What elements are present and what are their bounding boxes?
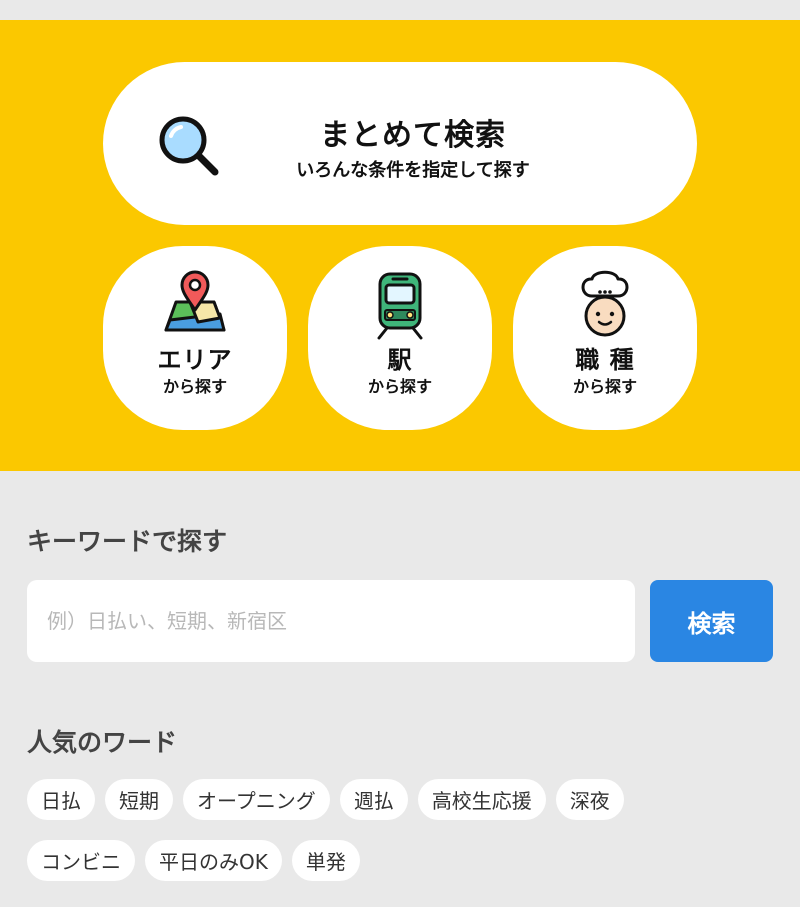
hero-panel: まとめて検索 いろんな条件を指定して探す エリア から探す 駅 から探す 職 種… — [0, 20, 800, 471]
station-search-button[interactable]: 駅 から探す — [308, 246, 492, 430]
tag-weekdays-only[interactable]: 平日のみOK — [145, 840, 282, 881]
tag-row-1: 日払 短期 オープニング 週払 高校生応援 深夜 — [27, 779, 787, 820]
keyword-section-title: キーワードで探す — [27, 527, 228, 556]
station-label: 駅 — [387, 346, 413, 374]
tag-short-term[interactable]: 短期 — [105, 779, 173, 820]
top-strip — [0, 0, 800, 20]
job-type-search-button[interactable]: 職 種 から探す — [513, 246, 697, 430]
tag-opening[interactable]: オープニング — [183, 779, 330, 820]
area-search-button[interactable]: エリア から探す — [103, 246, 287, 430]
tag-weekly-pay[interactable]: 週払 — [339, 779, 408, 820]
tag-convenience-store[interactable]: コンビニ — [27, 840, 135, 881]
area-sublabel: から探す — [162, 377, 227, 396]
bulk-search-subtitle: いろんな条件を指定して探す — [296, 160, 530, 181]
popular-words-title: 人気のワード — [27, 728, 178, 757]
train-icon — [377, 272, 423, 340]
keyword-input[interactable] — [27, 580, 635, 662]
map-pin-icon — [164, 270, 226, 332]
tag-high-school[interactable]: 高校生応援 — [417, 779, 546, 820]
tag-row-2: コンビニ 平日のみOK 単発 — [27, 840, 787, 881]
job-type-sublabel: から探す — [572, 377, 637, 396]
popular-word-tags: 日払 短期 オープニング 週払 高校生応援 深夜 コンビニ 平日のみOK 単発 — [27, 779, 787, 901]
chef-icon — [581, 270, 629, 337]
tag-late-night[interactable]: 深夜 — [555, 779, 624, 820]
job-type-label: 職 種 — [575, 346, 635, 374]
area-label: エリア — [157, 346, 233, 374]
bulk-search-button[interactable]: まとめて検索 いろんな条件を指定して探す — [103, 62, 697, 225]
tag-daily-pay[interactable]: 日払 — [27, 779, 95, 820]
bulk-search-title: まとめて検索 — [320, 118, 506, 153]
keyword-search-button[interactable]: 検索 — [650, 580, 773, 662]
station-sublabel: から探す — [367, 377, 432, 396]
tag-one-off[interactable]: 単発 — [291, 840, 360, 881]
magnifier-icon — [159, 116, 219, 176]
